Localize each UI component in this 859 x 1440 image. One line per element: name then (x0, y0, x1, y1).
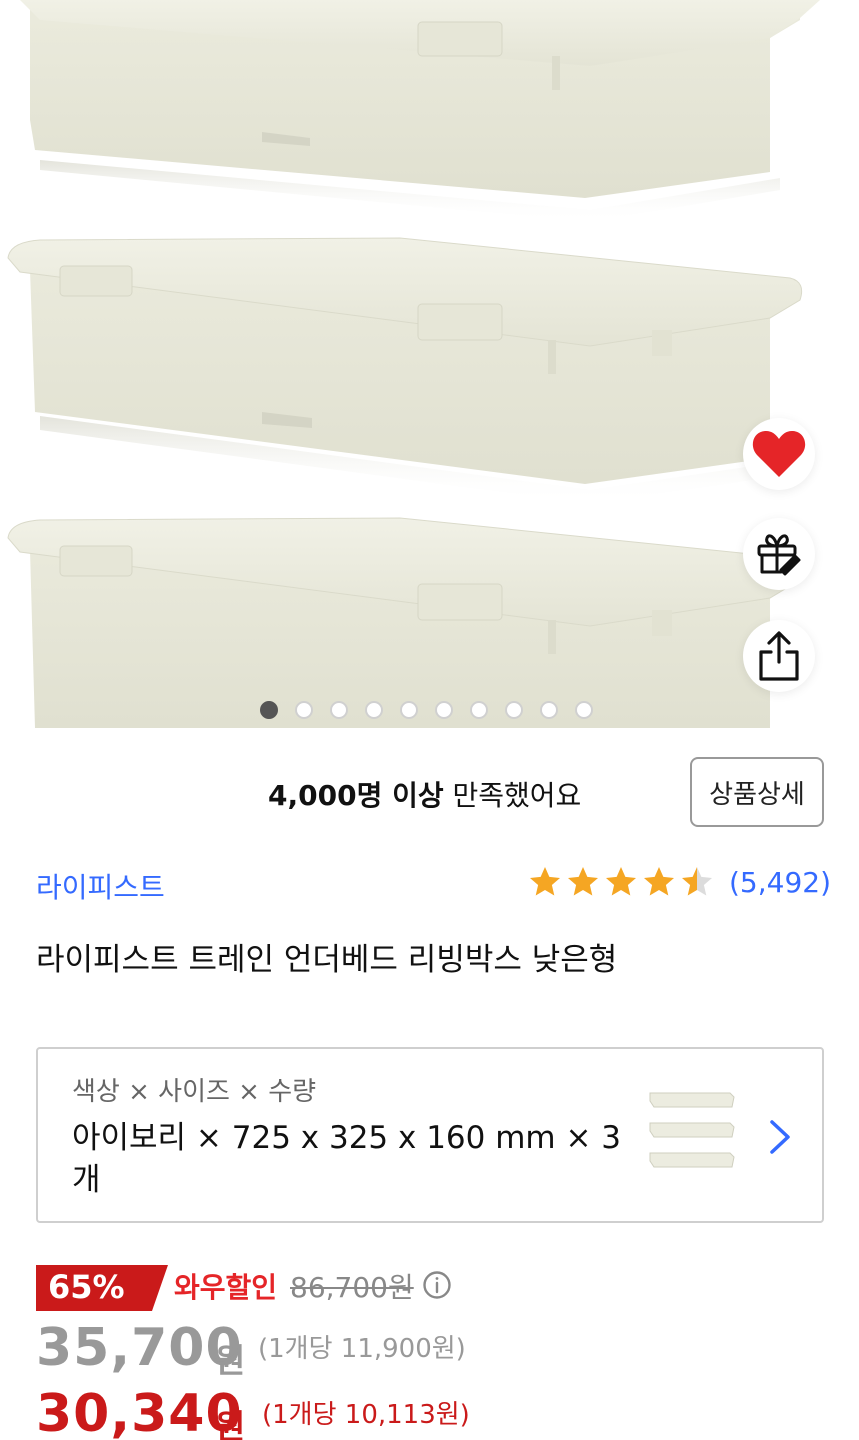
gallery-dot[interactable] (260, 701, 278, 719)
option-value: 아이보리 × 725 x 325 x 160 mm × 3개 (72, 1120, 622, 1198)
discount-percent: 65% (48, 1268, 125, 1306)
info-icon[interactable] (422, 1270, 452, 1300)
half-star-icon (681, 867, 712, 896)
gallery-dot[interactable] (540, 701, 558, 719)
sale-unit-price: (1개당 11,900원) (258, 1334, 466, 1364)
wow-unit-price: (1개당 10,113원) (262, 1400, 470, 1430)
wishlist-button[interactable] (743, 418, 815, 490)
satisfaction-message: 4,000명 이상 만족했어요 (268, 774, 581, 814)
gallery-dot[interactable] (330, 701, 348, 719)
sale-price: 35,700 (36, 1318, 243, 1378)
share-icon (759, 631, 799, 681)
product-image-gallery[interactable] (0, 0, 859, 728)
brand-link[interactable]: 라이피스트 (36, 866, 165, 906)
star-icon (567, 867, 598, 896)
heart-icon (752, 430, 806, 477)
satisfaction-count: 4,000명 이상 (268, 779, 444, 812)
product-title: 라이피스트 트레인 언더베드 리빙박스 낮은형 (36, 942, 618, 978)
original-price: 86,700원 (290, 1271, 414, 1304)
option-selector[interactable]: 색상 × 사이즈 × 수량 아이보리 × 725 x 325 x 160 mm … (36, 1047, 824, 1223)
gallery-dot[interactable] (365, 701, 383, 719)
gallery-pagination (260, 701, 593, 719)
star-rating (527, 864, 715, 900)
satisfaction-suffix: 만족했어요 (443, 779, 582, 812)
wow-price-currency: 원 (215, 1407, 246, 1440)
gift-icon (757, 534, 801, 576)
star-icon (529, 867, 560, 896)
gallery-dot[interactable] (435, 701, 453, 719)
option-thumbnail (649, 1092, 735, 1168)
gallery-dot[interactable] (295, 701, 313, 719)
product-image (7, 0, 820, 728)
gallery-dot[interactable] (470, 701, 488, 719)
sale-price-currency: 원 (215, 1341, 246, 1380)
option-label: 색상 × 사이즈 × 수량 (72, 1077, 317, 1107)
wow-price: 30,340 (36, 1384, 243, 1440)
share-button[interactable] (743, 620, 815, 692)
gallery-dot[interactable] (505, 701, 523, 719)
gallery-dot[interactable] (400, 701, 418, 719)
product-detail-button[interactable]: 상품상세 (690, 757, 824, 827)
gift-button[interactable] (743, 518, 815, 590)
review-count[interactable]: (5,492) (729, 866, 831, 899)
gallery-dot[interactable] (575, 701, 593, 719)
star-icon (605, 867, 636, 896)
wow-discount-label: 와우할인 (174, 1271, 278, 1304)
star-icon (643, 867, 674, 896)
chevron-right-icon (770, 1120, 790, 1154)
rating-summary[interactable]: (5,492) (527, 864, 831, 900)
